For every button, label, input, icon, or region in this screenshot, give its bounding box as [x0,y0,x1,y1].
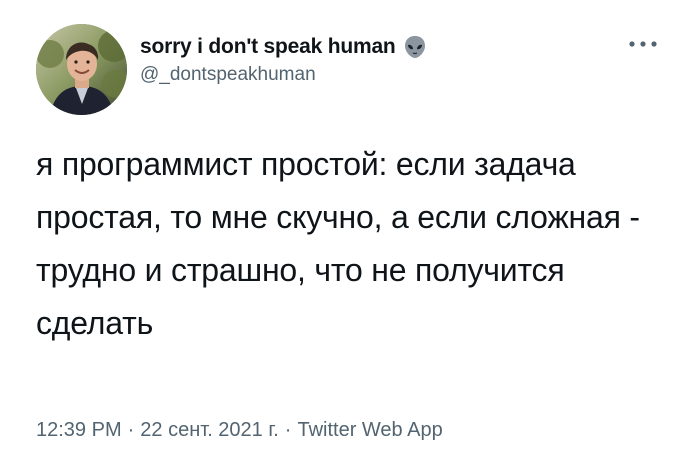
alien-icon [404,35,426,59]
author-handle[interactable]: @_dontspeakhuman [140,64,316,86]
more-horizontal-icon[interactable] [626,34,660,54]
avatar[interactable] [36,24,127,115]
author-name-row: sorry i don't speak human [140,32,426,62]
meta-separator: · [284,419,292,441]
profile-photo [36,24,127,115]
display-name[interactable]: sorry i don't speak human [140,35,396,59]
meta-separator: · [127,419,135,441]
tweet-text: я программист простой: если задача прост… [36,146,640,341]
tweet-source[interactable]: Twitter Web App [297,419,442,442]
tweet-time[interactable]: 12:39 PM [36,419,122,442]
tweet-card: sorry i don't speak human @_dontspeakhum… [0,0,700,473]
tweet-date[interactable]: 22 сент. 2021 г. [140,419,279,442]
tweet-meta: 12:39 PM · 22 сент. 2021 г. · Twitter We… [36,419,443,442]
